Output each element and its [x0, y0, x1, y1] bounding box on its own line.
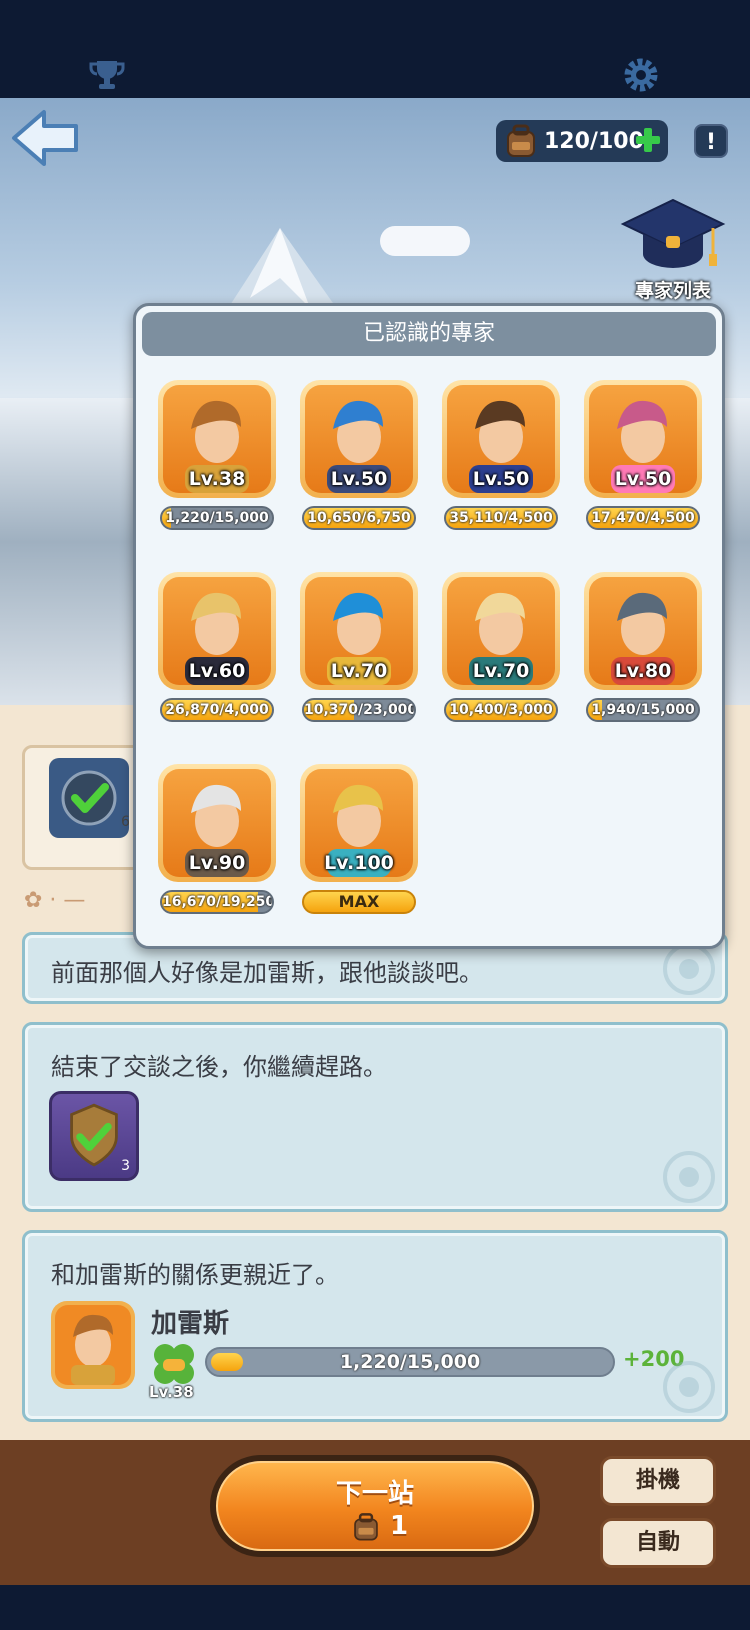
expert-progress-text: 16,670/19,250 [162, 894, 274, 910]
story-message-3: 和加雷斯的關係更親近了。 加雷斯 Lv.38 1,220/15,000 +200 [22, 1230, 728, 1422]
expert-progress-text: 1,940/15,000 [591, 702, 695, 718]
expert-card[interactable]: Lv.50 17,470/4,500 [584, 380, 702, 530]
flower-ornament-icon: ✿ · — [24, 888, 86, 913]
bottom-system-bar [0, 1585, 750, 1630]
backpack-icon [354, 1513, 378, 1541]
reward-badge[interactable]: 3 [49, 1091, 139, 1181]
expert-progress-bar: 35,110/4,500 [444, 506, 558, 530]
stamina-value: 120/100 [544, 128, 644, 154]
expert-level: Lv.50 [330, 468, 388, 490]
stamina-resource-pill[interactable]: 120/100 [496, 120, 668, 162]
reward-count: 3 [121, 1158, 130, 1174]
expert-card[interactable]: Lv.60 26,870/4,000 [158, 572, 276, 722]
expert-progress-bar: 1,220/15,000 [160, 506, 274, 530]
expert-progress-text: 17,470/4,500 [591, 510, 695, 526]
known-experts-popup: 已認識的專家 Lv.38 1,220/15,000 Lv.50 10,650/6,75… [133, 303, 725, 949]
expert-card[interactable]: Lv.90 16,670/19,250 [158, 764, 276, 914]
expert-progress-text: 10,370/23,000 [304, 702, 416, 718]
expert-level: Lv.50 [472, 468, 530, 490]
story-message-3-text: 和加雷斯的關係更親近了。 [51, 1261, 339, 1289]
next-stop-cost-value: 1 [390, 1511, 409, 1541]
expert-progress-text: 10,650/6,750 [307, 510, 411, 526]
expert-level: Lv.38 [188, 468, 246, 490]
info-button[interactable]: ! [694, 124, 728, 158]
backpack-icon [507, 124, 535, 157]
cloud-decoration [380, 226, 470, 256]
next-stop-button-face: 下一站 1 [216, 1461, 534, 1551]
expert-level: Lv.60 [188, 660, 246, 682]
expert-progress-text: 10,400/3,000 [449, 702, 553, 718]
plus-icon[interactable] [634, 126, 662, 154]
trophy-icon[interactable] [88, 58, 126, 92]
story-message-1-text: 前面那個人好像是加雷斯，跟他談談吧。 [51, 959, 483, 987]
back-arrow-icon[interactable] [10, 108, 80, 168]
expert-level: Lv.70 [472, 660, 530, 682]
quest-count: 6 [121, 814, 130, 830]
seal-watermark-icon [663, 1151, 715, 1203]
expert-progress-text: 35,110/4,500 [449, 510, 553, 526]
expert-card[interactable]: Lv.70 10,370/23,000 [300, 572, 418, 722]
check-medal-icon [61, 770, 117, 826]
idle-button[interactable]: 掛機 [600, 1456, 716, 1506]
next-stop-cost: 1 [350, 1511, 430, 1545]
expert-progress-bar: 10,400/3,000 [444, 698, 558, 722]
expert-card[interactable]: Lv.80 1,940/15,000 [584, 572, 702, 722]
quest-badge [49, 758, 129, 838]
story-message-2-text: 結束了交談之後，你繼續趕路。 [51, 1053, 387, 1081]
expert-progress-text: 1,220/15,000 [165, 510, 269, 526]
expert-card[interactable]: Lv.50 10,650/6,750 [300, 380, 418, 530]
expert-progress-bar: 26,870/4,000 [160, 698, 274, 722]
expert-progress-text: 26,870/4,000 [165, 702, 269, 718]
gear-icon[interactable] [622, 56, 660, 94]
expert-progress-text: MAX [338, 892, 380, 911]
top-status-bar [0, 0, 750, 98]
relationship-progress-text: 1,220/15,000 [339, 1351, 481, 1373]
expert-card[interactable]: Lv.70 10,400/3,000 [442, 572, 560, 722]
expert-level: Lv.70 [330, 660, 388, 682]
expert-card[interactable]: Lv.38 1,220/15,000 [158, 380, 276, 530]
expert-progress-bar: 1,940/15,000 [586, 698, 700, 722]
expert-progress-bar: 10,650/6,750 [302, 506, 416, 530]
expert-level: Lv.90 [188, 852, 246, 874]
expert-progress-bar: 10,370/23,000 [302, 698, 416, 722]
story-message-2: 結束了交談之後，你繼續趕路。 3 [22, 1022, 728, 1212]
seal-watermark-icon [663, 1361, 715, 1413]
expert-level: Lv.80 [614, 660, 672, 682]
expert-card[interactable]: Lv.50 35,110/4,500 [442, 380, 560, 530]
gareth-name: 加雷斯 [151, 1309, 230, 1339]
seal-watermark-icon [663, 943, 715, 995]
expert-list-label: 專家列表 [634, 280, 711, 302]
gareth-portrait[interactable] [49, 1299, 137, 1391]
expert-level: Lv.100 [324, 852, 394, 874]
graduation-cap-icon[interactable] [618, 196, 728, 276]
next-stop-button[interactable]: 下一站 1 [210, 1455, 540, 1557]
expert-progress-bar: 17,470/4,500 [586, 506, 700, 530]
next-stop-label: 下一站 [335, 1479, 414, 1509]
auto-button[interactable]: 自動 [600, 1518, 716, 1568]
expert-level: Lv.50 [614, 468, 672, 490]
expert-progress-bar: MAX [302, 890, 416, 914]
expert-progress-bar: 16,670/19,250 [160, 890, 274, 914]
expert-card[interactable]: Lv.100 MAX [300, 764, 418, 914]
clover-handshake-icon [154, 1344, 194, 1384]
relationship-progress-bar: 1,220/15,000 [205, 1347, 615, 1377]
relationship-level: Lv.38 [149, 1383, 194, 1401]
popup-title: 已認識的專家 [142, 312, 716, 356]
